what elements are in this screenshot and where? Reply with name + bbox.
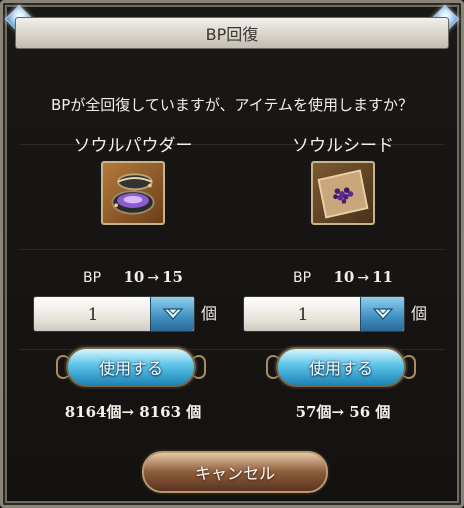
chevron-down-icon (372, 308, 393, 320)
dropdown-button[interactable] (150, 297, 194, 331)
quantity-select[interactable]: 1 (243, 296, 405, 332)
use-button-label: 使用する (98, 359, 163, 378)
soul-powder-art (111, 173, 155, 215)
bp-change: BP 10 → 15 (33, 268, 233, 286)
use-soul-powder-button[interactable]: 使用する (56, 347, 206, 387)
title-bar: BP回復 (15, 17, 449, 49)
soul-seed-icon (311, 161, 375, 225)
item-name: ソウルパウダー (73, 136, 193, 156)
item-count-change: 8164個→ 8163 個 (64, 403, 202, 421)
bp-label: BP (293, 270, 312, 286)
bp-label: BP (83, 270, 102, 286)
quantity-value: 1 (87, 305, 99, 325)
quantity-value: 1 (297, 305, 309, 325)
soul-powder-icon (101, 161, 165, 225)
confirm-question: BPが全回復していますが、アイテムを使用しますか？ (50, 96, 414, 114)
soul-seed-art (317, 169, 369, 219)
button-ornament (56, 355, 70, 379)
quantity-unit: 個 (411, 304, 428, 323)
bp-to: 15 (162, 268, 183, 286)
quantity-select[interactable]: 1 (33, 296, 195, 332)
arrow-icon: → (357, 270, 370, 286)
arrow-icon: → (147, 270, 160, 286)
use-soul-seed-button[interactable]: 使用する (266, 347, 416, 387)
button-ornament (266, 355, 280, 379)
cancel-button[interactable]: キャンセル (142, 451, 328, 493)
use-button-label: 使用する (308, 359, 373, 378)
quantity-row: 1 個 (33, 296, 233, 332)
dropdown-button[interactable] (360, 297, 404, 331)
bp-from: 10 (123, 268, 145, 286)
item-count-change: 57個→ 56 個 (295, 403, 391, 421)
item-name: ソウルシード (292, 136, 394, 156)
quantity-unit: 個 (201, 304, 218, 323)
bp-change: BP 10 → 11 (243, 268, 443, 286)
cancel-button-label: キャンセル (194, 464, 275, 483)
bp-from: 10 (333, 268, 355, 286)
chevron-down-icon (162, 308, 183, 320)
bp-to: 11 (372, 268, 393, 286)
button-ornament (402, 355, 416, 379)
dialog-title: BP回復 (205, 25, 259, 44)
bp-recovery-dialog: BP回復 BPが全回復していますが、アイテムを使用しますか？ ソウルパウダー B… (0, 0, 464, 508)
quantity-row: 1 個 (243, 296, 443, 332)
button-ornament (192, 355, 206, 379)
